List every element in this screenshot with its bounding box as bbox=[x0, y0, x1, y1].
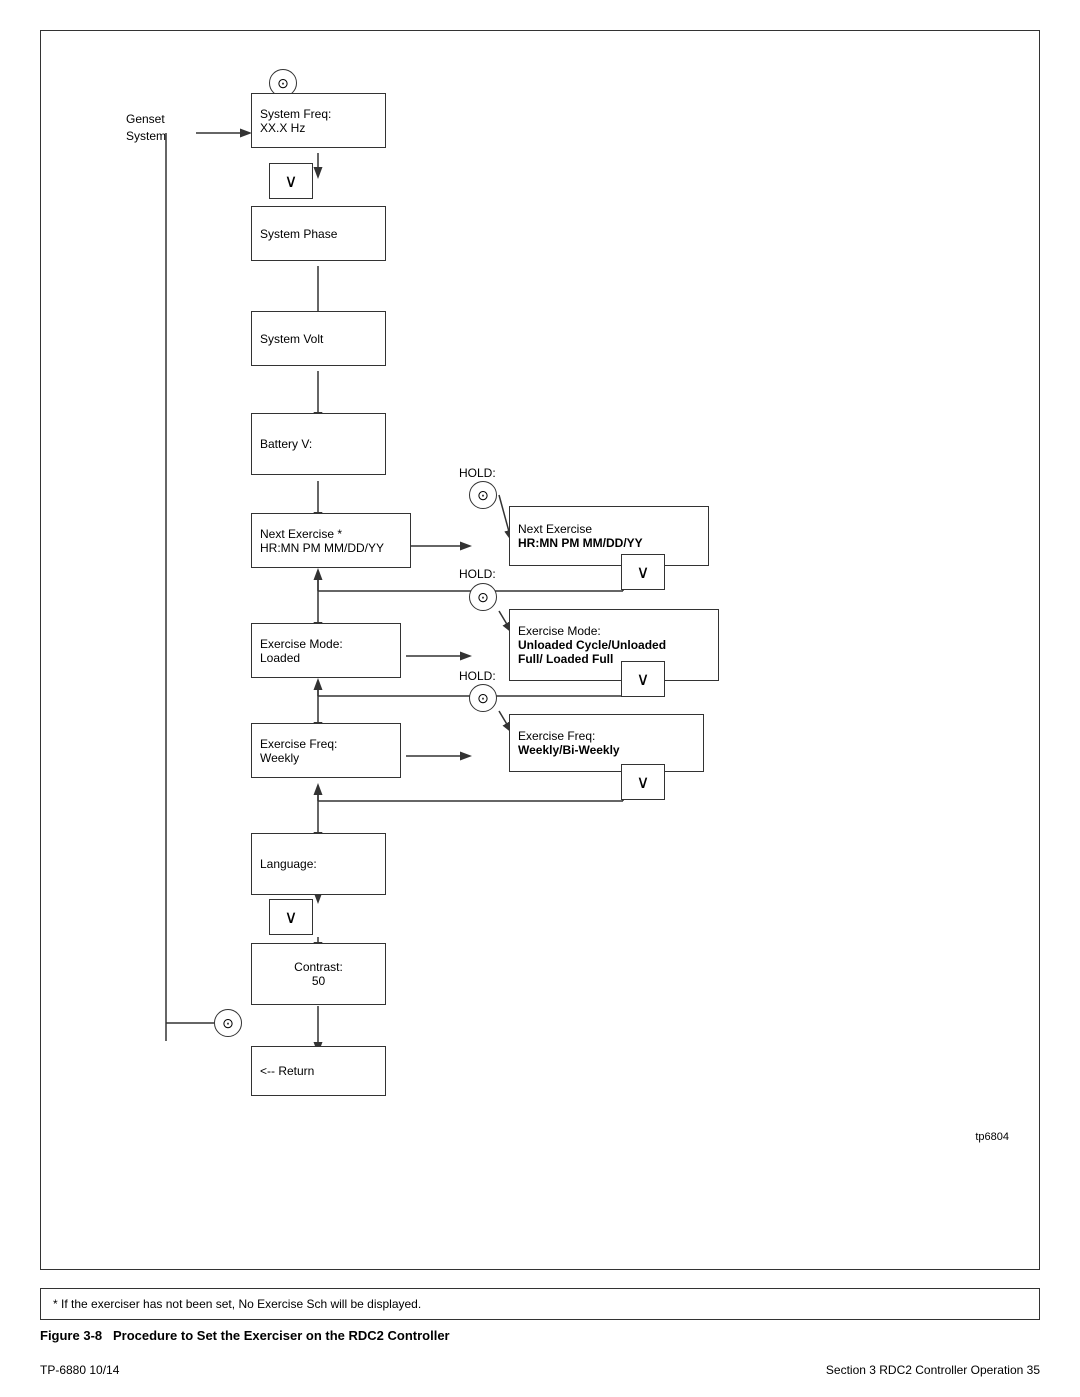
genset-label: Genset System bbox=[126, 111, 166, 145]
system-freq-line2: XX.X Hz bbox=[260, 121, 305, 135]
chevron-1[interactable]: ∨ bbox=[269, 163, 313, 199]
footnote-box: * If the exerciser has not been set, No … bbox=[40, 1288, 1040, 1320]
system-volt-box: System Volt bbox=[251, 311, 386, 366]
chevron-3[interactable]: ∨ bbox=[621, 661, 665, 697]
return-label: <-- Return bbox=[260, 1064, 314, 1078]
next-exercise-right-line2: HR:MN PM MM/DD/YY bbox=[518, 536, 643, 550]
return-box: <-- Return bbox=[251, 1046, 386, 1096]
battery-v-label: Battery V: bbox=[260, 437, 312, 451]
system-freq-box: System Freq: XX.X Hz bbox=[251, 93, 386, 148]
next-exercise-right-line1: Next Exercise bbox=[518, 522, 592, 536]
system-freq-line1: System Freq: bbox=[260, 107, 331, 121]
exercise-mode-right-box: Exercise Mode: Unloaded Cycle/Unloaded F… bbox=[509, 609, 719, 681]
chevron-5[interactable]: ∨ bbox=[269, 899, 313, 935]
battery-v-box: Battery V: bbox=[251, 413, 386, 475]
exercise-freq-left-box: Exercise Freq: Weekly bbox=[251, 723, 401, 778]
next-exercise-left-box: Next Exercise * HR:MN PM MM/DD/YY bbox=[251, 513, 411, 568]
hold2-label: HOLD: bbox=[459, 567, 496, 581]
contrast-box: Contrast: 50 bbox=[251, 943, 386, 1005]
page-footer: TP-6880 10/14 Section 3 RDC2 Controller … bbox=[40, 1363, 1040, 1377]
diagram-inner: Genset System ⊙ System Freq: XX.X Hz ∨ S… bbox=[61, 51, 1019, 1151]
figure-title: Procedure to Set the Exerciser on the RD… bbox=[106, 1328, 450, 1343]
exercise-freq-right-line2: Weekly/Bi-Weekly bbox=[518, 743, 620, 757]
figure-caption: Figure 3-8 Procedure to Set the Exercise… bbox=[40, 1328, 1040, 1343]
chevron-4[interactable]: ∨ bbox=[621, 764, 665, 800]
hold3-label: HOLD: bbox=[459, 669, 496, 683]
exercise-freq-right-line1: Exercise Freq: bbox=[518, 729, 595, 743]
next-exercise-left-line1: Next Exercise * bbox=[260, 527, 342, 541]
exercise-freq-left-line2: Weekly bbox=[260, 751, 299, 765]
page: Genset System ⊙ System Freq: XX.X Hz ∨ S… bbox=[0, 0, 1080, 1397]
figure-label: Figure 3-8 bbox=[40, 1328, 102, 1343]
contrast-value: 50 bbox=[312, 974, 325, 988]
next-exercise-right-box: Next Exercise HR:MN PM MM/DD/YY bbox=[509, 506, 709, 566]
diagram-container: Genset System ⊙ System Freq: XX.X Hz ∨ S… bbox=[40, 30, 1040, 1270]
hold-circle-2[interactable]: ⊙ bbox=[469, 583, 497, 611]
footer-left: TP-6880 10/14 bbox=[40, 1363, 119, 1377]
contrast-label: Contrast: bbox=[294, 960, 343, 974]
hold-circle-3[interactable]: ⊙ bbox=[469, 684, 497, 712]
exercise-mode-left-line1: Exercise Mode: bbox=[260, 637, 343, 651]
exercise-mode-left-box: Exercise Mode: Loaded bbox=[251, 623, 401, 678]
exercise-mode-left-line2: Loaded bbox=[260, 651, 300, 665]
hold-circle-1[interactable]: ⊙ bbox=[469, 481, 497, 509]
footer-right: Section 3 RDC2 Controller Operation 35 bbox=[826, 1363, 1040, 1377]
footnote-text: * If the exerciser has not been set, No … bbox=[53, 1297, 421, 1311]
chevron-2[interactable]: ∨ bbox=[621, 554, 665, 590]
hold1-label: HOLD: bbox=[459, 466, 496, 480]
system-volt-label: System Volt bbox=[260, 332, 323, 346]
language-box: Language: bbox=[251, 833, 386, 895]
tp-ref: tp6804 bbox=[975, 1131, 1009, 1143]
language-label: Language: bbox=[260, 857, 317, 871]
exercise-mode-right-line3: Full/ Loaded Full bbox=[518, 652, 613, 666]
exercise-freq-right-box: Exercise Freq: Weekly/Bi-Weekly bbox=[509, 714, 704, 772]
arrows-svg bbox=[61, 51, 1019, 1151]
exercise-mode-right-line2: Unloaded Cycle/Unloaded bbox=[518, 638, 666, 652]
exercise-mode-right-line1: Exercise Mode: bbox=[518, 624, 601, 638]
system-phase-label: System Phase bbox=[260, 227, 337, 241]
exercise-freq-left-line1: Exercise Freq: bbox=[260, 737, 337, 751]
bottom-circle-btn[interactable]: ⊙ bbox=[214, 1009, 242, 1037]
system-phase-box: System Phase bbox=[251, 206, 386, 261]
next-exercise-left-line2: HR:MN PM MM/DD/YY bbox=[260, 541, 384, 555]
